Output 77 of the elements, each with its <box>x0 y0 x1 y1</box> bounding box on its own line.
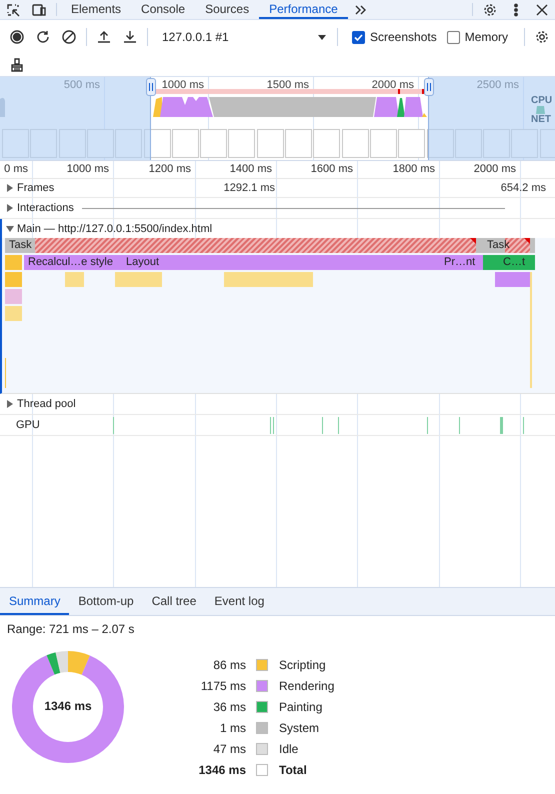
track-label[interactable]: Frames <box>17 182 54 194</box>
range-handle[interactable] <box>146 78 156 96</box>
category-duration: 47 ms <box>212 742 246 756</box>
category-label: Rendering <box>279 679 334 693</box>
settings-icon[interactable] <box>483 2 497 16</box>
record-icon[interactable] <box>10 30 24 44</box>
overview-tick-label: 1500 ms <box>266 79 309 91</box>
close-icon[interactable] <box>535 2 549 16</box>
clear-icon[interactable] <box>62 30 76 44</box>
panel-tab[interactable]: Console <box>131 0 196 19</box>
ruler-tick-label: 2000 ms <box>474 163 516 175</box>
flame-chart-event[interactable]: Pr…nt <box>440 255 485 270</box>
expand-triangle-icon[interactable] <box>6 224 14 232</box>
checkbox[interactable] <box>446 30 460 44</box>
upload-icon[interactable] <box>97 30 111 44</box>
overview-tick-label: 2500 ms <box>476 79 519 91</box>
long-task-flag <box>470 238 476 244</box>
expand-triangle-icon[interactable] <box>6 204 14 212</box>
long-task-marker <box>422 89 424 94</box>
range-text: Range: 721 ms – 2.07 s <box>7 622 134 636</box>
long-task-marker <box>398 89 400 94</box>
expand-triangle-icon[interactable] <box>6 184 14 192</box>
ruler-tick-label: 1600 ms <box>310 163 353 175</box>
expand-triangle-icon[interactable] <box>6 400 14 408</box>
recording-select[interactable]: 127.0.0.1 #1 <box>152 26 333 48</box>
panel-tab[interactable]: Performance <box>259 0 348 19</box>
details-tab[interactable]: Bottom-up <box>69 588 143 615</box>
overview-tick-label: 500 ms <box>64 79 100 91</box>
panel-tab[interactable]: Sources <box>195 0 260 19</box>
flame-chart-event[interactable]: C…t <box>499 255 535 270</box>
details-tab[interactable]: Summary <box>0 588 70 615</box>
track-label[interactable]: Thread pool <box>17 398 76 410</box>
category-label: Idle <box>279 742 300 756</box>
device-toolbar-icon[interactable] <box>32 2 46 16</box>
track-label: GPU <box>15 419 40 431</box>
total-label: Total <box>279 763 308 777</box>
reload-icon[interactable] <box>36 30 50 44</box>
flame-chart-event[interactable]: Task <box>5 238 483 253</box>
total-duration: 1346 ms <box>198 763 246 777</box>
track-label[interactable]: Interactions <box>17 202 74 214</box>
flame-chart-event[interactable]: Layout <box>122 255 440 270</box>
ruler-tick-label: 1200 ms <box>148 163 191 175</box>
category-duration: 36 ms <box>212 700 246 714</box>
checkbox-label: Screenshots <box>370 30 437 44</box>
overview-tick-label: 2000 ms <box>372 79 414 91</box>
overview-tick-label: 1000 ms <box>162 79 204 91</box>
dropdown-caret-icon[interactable] <box>317 32 327 42</box>
ruler-tick-label: 1800 ms <box>392 163 435 175</box>
donut-total: 1346 ms <box>43 699 93 713</box>
range-handle[interactable] <box>424 78 434 96</box>
broom-icon[interactable] <box>10 58 24 72</box>
long-task-flag <box>524 238 530 244</box>
frame-duration: 1292.1 ms <box>222 182 275 194</box>
ruler-tick-label: 1400 ms <box>230 163 272 175</box>
download-icon[interactable] <box>123 30 137 44</box>
ruler-tick-label: 0 ms <box>4 163 28 175</box>
details-tab[interactable]: Event log <box>205 588 274 615</box>
settings-icon[interactable] <box>535 30 549 44</box>
ruler-tick-label: 1000 ms <box>66 163 109 175</box>
inspect-icon[interactable] <box>6 2 20 16</box>
category-label: Scripting <box>279 658 327 672</box>
lane-label: NET <box>531 114 551 125</box>
category-duration: 1175 ms <box>200 679 246 693</box>
flame-chart-event[interactable]: Task <box>483 238 535 253</box>
checkbox[interactable] <box>352 30 365 44</box>
track-label[interactable]: Main — http://127.0.0.1:5500/index.html <box>17 222 212 234</box>
panel-tab[interactable]: Elements <box>61 0 132 19</box>
category-duration: 86 ms <box>212 658 246 672</box>
category-label: System <box>279 721 320 735</box>
category-duration: 1 ms <box>218 721 246 735</box>
frame-duration: 654.2 ms <box>500 182 546 194</box>
flame-chart-event[interactable]: Recalcul…e style <box>24 255 122 270</box>
more-tabs-icon[interactable] <box>354 2 368 16</box>
lane-label: CPU <box>531 95 552 106</box>
category-label: Painting <box>279 700 324 714</box>
details-tab[interactable]: Call tree <box>142 588 206 615</box>
checkbox-label: Memory <box>464 30 508 44</box>
